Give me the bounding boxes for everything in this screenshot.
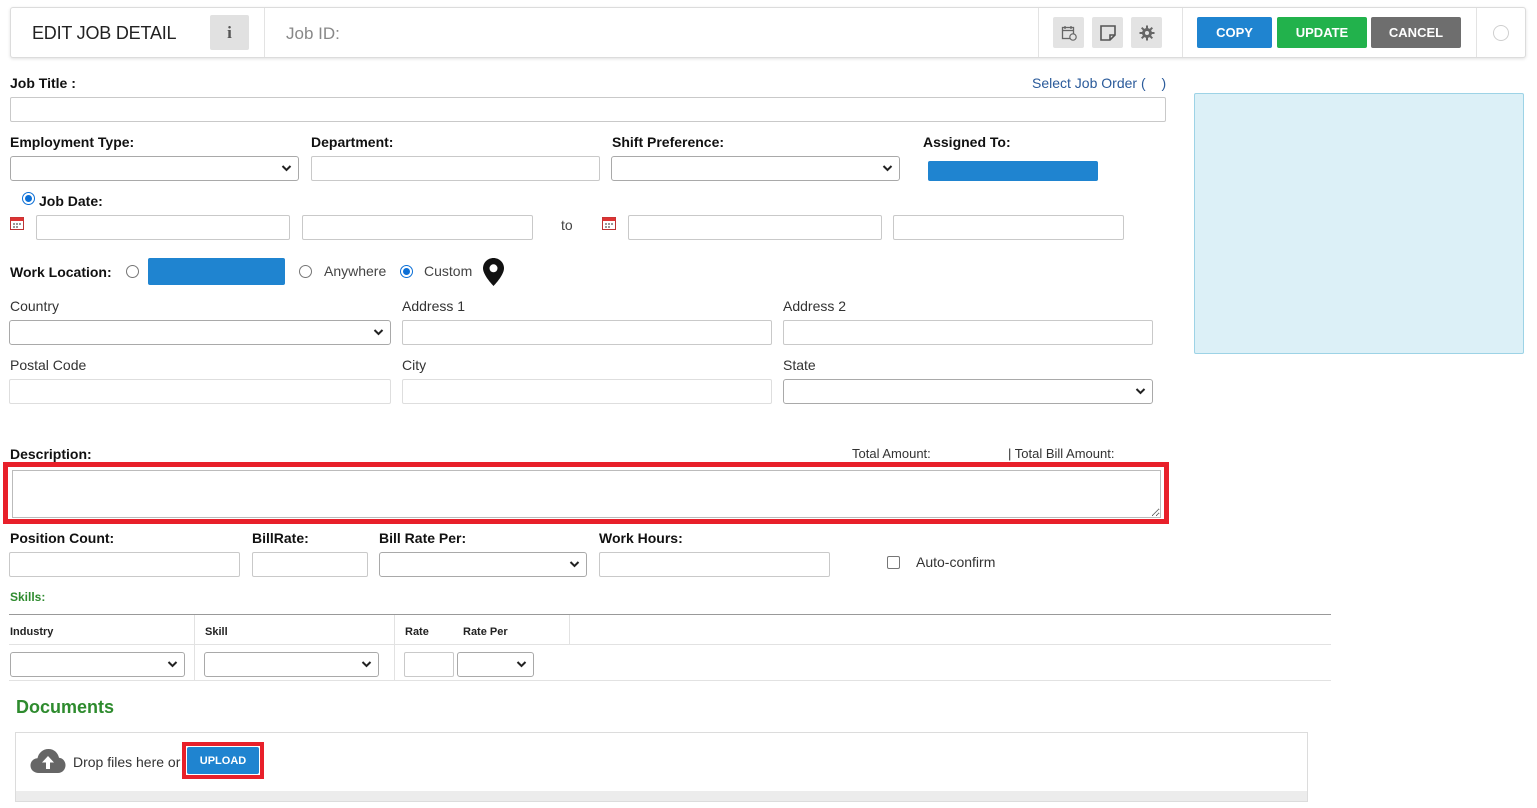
job-title-label: Job Title : [10, 75, 76, 91]
start-time-input[interactable] [302, 215, 533, 240]
work-location-site-radio[interactable] [126, 265, 139, 278]
total-amount-label: Total Amount: [852, 446, 931, 461]
skill-select[interactable] [204, 652, 379, 677]
drop-files-text: Drop files here or [73, 754, 181, 770]
job-id-label: Job ID: [286, 24, 340, 43]
work-hours-input[interactable] [599, 552, 830, 577]
chevron-down-icon [882, 165, 893, 172]
chevron-down-icon [167, 661, 178, 668]
shift-preference-select[interactable] [611, 156, 900, 181]
postal-code-input[interactable] [9, 379, 391, 404]
employment-type-label: Employment Type: [10, 134, 135, 150]
calendar-tool-button[interactable] [1053, 17, 1084, 48]
description-textarea[interactable] [12, 470, 1161, 518]
bill-rate-input[interactable] [252, 552, 368, 577]
job-date-label: Job Date: [39, 193, 103, 209]
chevron-down-icon [516, 661, 527, 668]
bill-rate-per-label: Bill Rate Per: [379, 530, 467, 546]
gear-icon [1139, 25, 1154, 40]
position-count-input[interactable] [9, 552, 240, 577]
work-location-site-button[interactable] [148, 258, 285, 285]
settings-tool-button[interactable] [1131, 17, 1162, 48]
chevron-down-icon [361, 661, 372, 668]
skill-rate-input[interactable] [404, 652, 454, 677]
state-select[interactable] [783, 379, 1153, 404]
end-time-input[interactable] [893, 215, 1124, 240]
info-button[interactable]: i [210, 15, 249, 50]
calendar-icon[interactable] [602, 216, 616, 230]
city-label: City [402, 357, 427, 373]
city-input[interactable] [402, 379, 772, 404]
chevron-down-icon [569, 561, 580, 568]
total-bill-amount-label: | Total Bill Amount: [1008, 446, 1115, 461]
department-input[interactable] [311, 156, 600, 181]
shift-preference-label: Shift Preference: [612, 134, 725, 150]
page-title: EDIT JOB DETAIL [32, 23, 177, 43]
skills-col-industry: Industry [10, 626, 54, 638]
cloud-upload-icon [30, 749, 66, 773]
bill-rate-label: BillRate: [252, 530, 309, 546]
skills-col-skill: Skill [205, 626, 228, 638]
work-hours-label: Work Hours: [599, 530, 683, 546]
address2-input[interactable] [783, 320, 1153, 345]
assigned-to-label: Assigned To: [923, 134, 1011, 150]
description-label: Description: [10, 446, 92, 462]
upload-button[interactable]: UPLOAD [187, 747, 259, 774]
anywhere-label: Anywhere [324, 263, 387, 279]
chevron-down-icon [281, 165, 292, 172]
skills-col-rate: Rate [405, 626, 429, 638]
skills-title: Skills: [10, 590, 46, 604]
assigned-to-button[interactable] [928, 161, 1098, 181]
calendar-list-icon [1061, 25, 1077, 41]
select-job-order-link[interactable]: Select Job Order ( ) [1032, 75, 1166, 91]
state-label: State [783, 357, 816, 373]
select-job-order-text: Select Job Order ( [1032, 75, 1146, 91]
side-panel [1194, 93, 1524, 354]
skill-industry-select[interactable] [10, 652, 185, 677]
note-tool-button[interactable] [1092, 17, 1123, 48]
to-label: to [561, 217, 573, 233]
select-job-order-close: ) [1161, 75, 1167, 91]
skills-col-rate-per: Rate Per [463, 626, 508, 638]
country-select[interactable] [9, 320, 391, 345]
documents-title: Documents [16, 697, 115, 717]
postal-code-label: Postal Code [10, 357, 87, 373]
info-icon: i [227, 22, 232, 42]
position-count-label: Position Count: [10, 530, 115, 546]
calendar-icon[interactable] [10, 216, 24, 230]
custom-radio[interactable] [400, 265, 413, 278]
sticky-note-icon [1099, 24, 1116, 41]
address1-input[interactable] [402, 320, 772, 345]
employment-type-select[interactable] [10, 156, 299, 181]
anywhere-radio[interactable] [299, 265, 312, 278]
bill-rate-per-select[interactable] [379, 552, 587, 577]
work-location-label: Work Location: [10, 264, 112, 280]
skill-rate-per-select[interactable] [457, 652, 534, 677]
address1-label: Address 1 [402, 298, 466, 314]
address2-label: Address 2 [783, 298, 847, 314]
cancel-button[interactable]: CANCEL [1371, 17, 1461, 48]
chevron-down-icon [373, 329, 384, 336]
auto-confirm-label: Auto-confirm [916, 554, 996, 570]
chevron-down-icon [1135, 388, 1146, 395]
department-label: Department: [311, 134, 394, 150]
status-circle-icon[interactable] [1493, 25, 1509, 41]
end-date-input[interactable] [628, 215, 882, 240]
country-label: Country [10, 298, 60, 314]
custom-label: Custom [424, 263, 473, 279]
job-date-radio[interactable] [22, 192, 35, 205]
job-title-input[interactable] [10, 97, 1166, 122]
auto-confirm-checkbox[interactable] [887, 556, 900, 569]
update-button[interactable]: UPDATE [1277, 17, 1367, 48]
start-date-input[interactable] [36, 215, 290, 240]
map-pin-icon[interactable] [483, 258, 504, 286]
copy-button[interactable]: COPY [1197, 17, 1272, 48]
